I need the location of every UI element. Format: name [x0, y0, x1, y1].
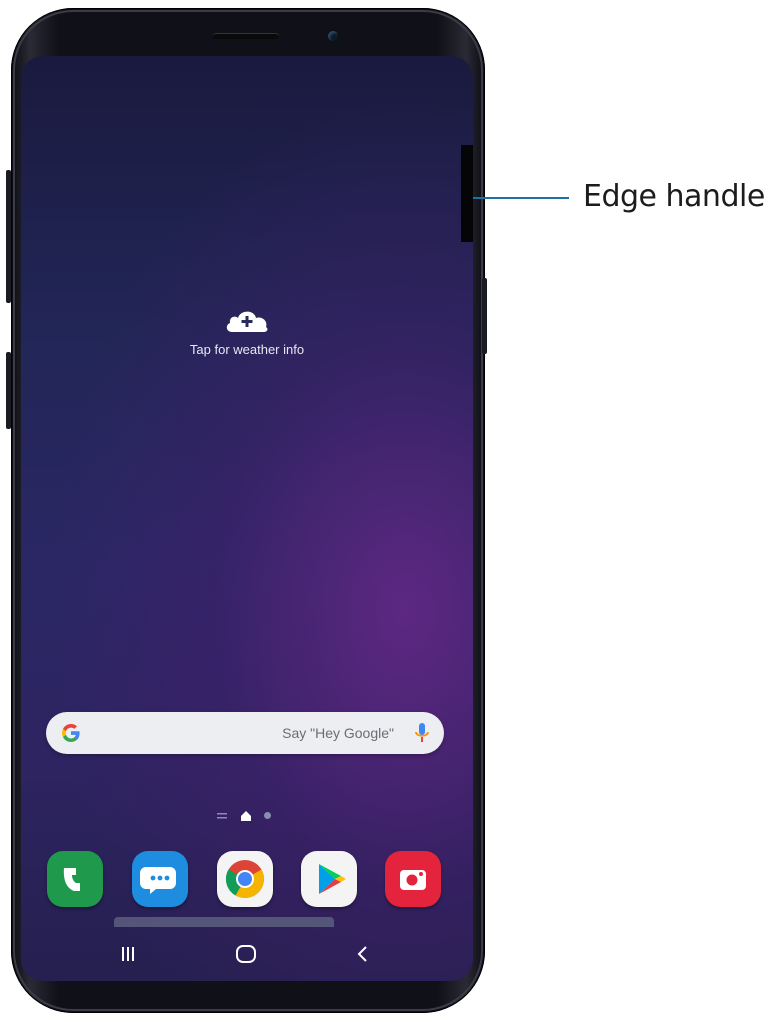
front-camera	[328, 31, 338, 41]
phone-icon	[63, 868, 80, 891]
phone-app[interactable]	[47, 851, 103, 907]
camera-icon	[400, 870, 426, 890]
volume-up-button	[6, 170, 11, 303]
messages-icon	[140, 867, 176, 894]
callout-line	[473, 197, 569, 199]
home-indicator	[114, 917, 334, 927]
home-screen: Tap for weather info Say "Hey Google"	[21, 56, 473, 981]
chrome-icon	[225, 860, 265, 899]
page-indicator	[21, 810, 473, 824]
weather-widget[interactable]: Tap for weather info	[21, 306, 473, 357]
bixby-button	[6, 352, 11, 429]
app-dock	[21, 851, 473, 909]
weather-label: Tap for weather info	[189, 342, 305, 357]
back-icon[interactable]	[343, 939, 383, 969]
pager-dot[interactable]	[264, 812, 271, 819]
search-placeholder: Say "Hey Google"	[282, 725, 394, 741]
google-g-icon	[62, 724, 80, 742]
play-store-icon	[319, 864, 346, 894]
power-button	[482, 278, 487, 354]
pager-home-icon[interactable]	[241, 811, 251, 821]
microphone-icon[interactable]	[414, 722, 430, 744]
navigation-bar	[21, 933, 473, 973]
callout-label-edge-handle: Edge handle	[583, 179, 765, 214]
cloud-plus-icon	[226, 311, 268, 332]
edge-handle[interactable]	[461, 145, 473, 242]
chrome-app[interactable]	[217, 851, 273, 907]
camera-app[interactable]	[385, 851, 441, 907]
earpiece-speaker	[213, 33, 279, 39]
play-store-app[interactable]	[301, 851, 357, 907]
recents-icon[interactable]	[108, 939, 148, 969]
pager-list-icon[interactable]	[217, 813, 227, 819]
messages-app[interactable]	[132, 851, 188, 907]
google-search-bar[interactable]: Say "Hey Google"	[46, 712, 444, 754]
home-icon[interactable]	[226, 939, 266, 969]
